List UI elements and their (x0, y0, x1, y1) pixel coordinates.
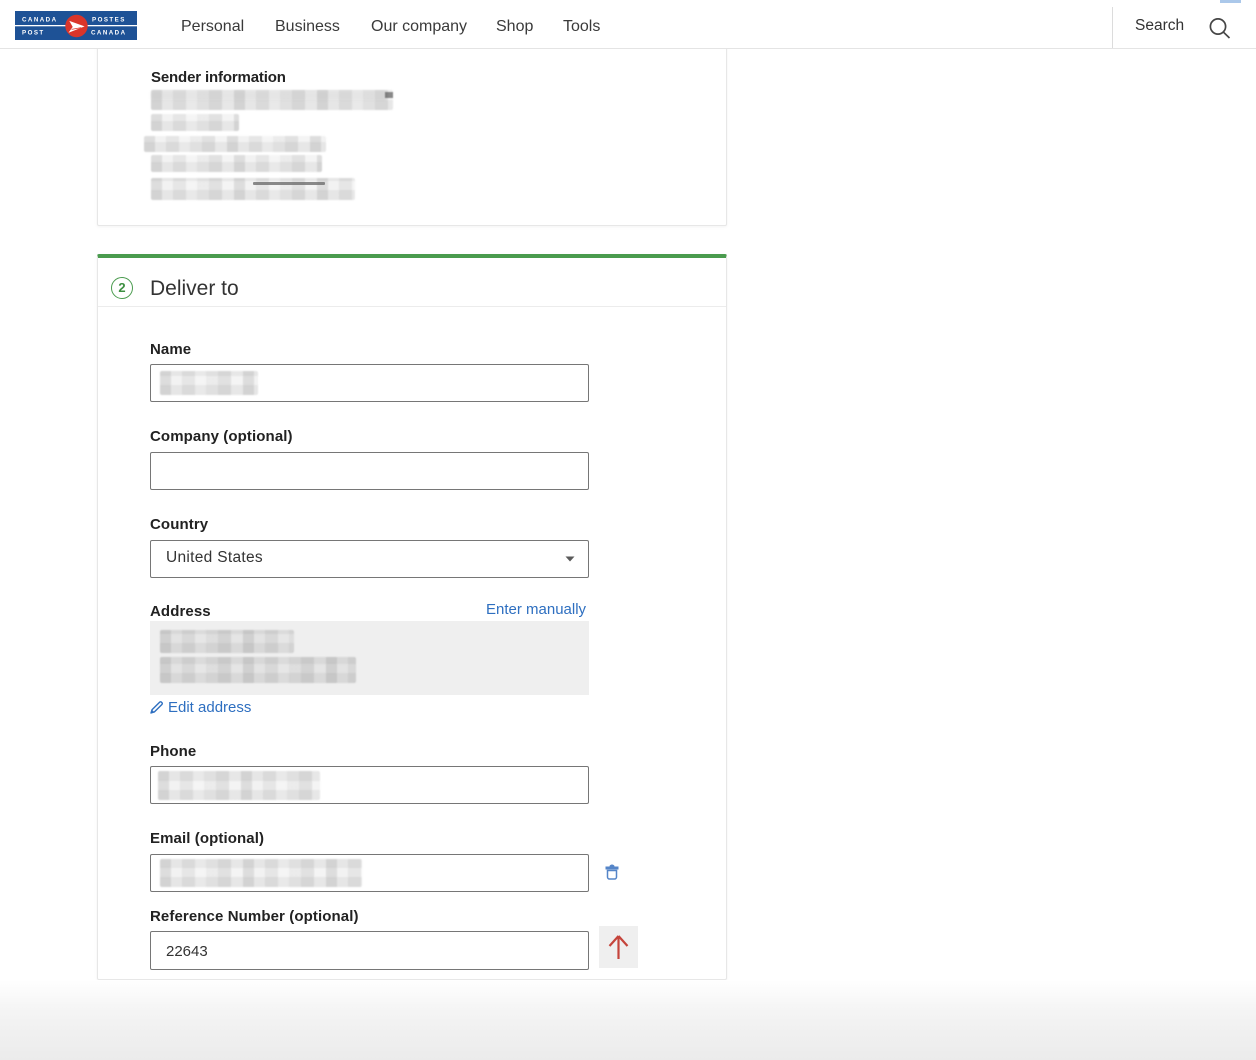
svg-text:POSTES: POSTES (92, 17, 126, 24)
svg-text:CANADA: CANADA (91, 30, 127, 37)
svg-text:CANADA: CANADA (22, 17, 58, 24)
svg-text:POST: POST (22, 30, 45, 37)
